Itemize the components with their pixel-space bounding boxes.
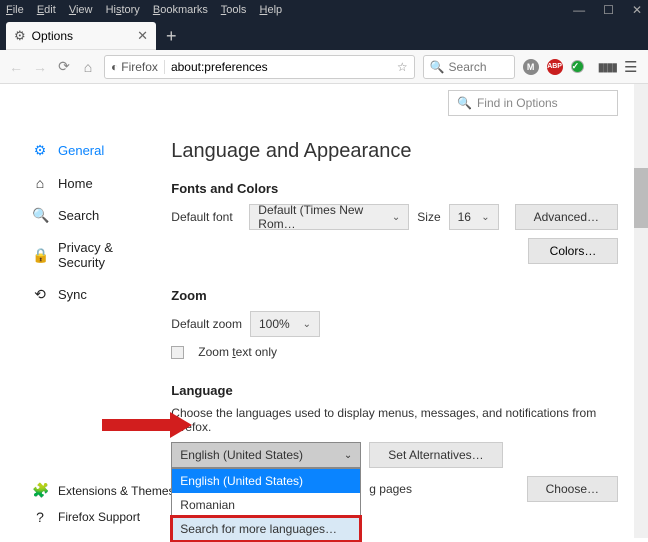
new-tab-button[interactable]: + xyxy=(156,22,187,50)
zoom-heading: Zoom xyxy=(171,288,618,303)
url-text: about:preferences xyxy=(171,60,268,74)
zoom-text-only-label: Zoom text only xyxy=(198,345,277,359)
library-icon[interactable]: ▮▮▮▮ xyxy=(598,60,616,74)
toolbar-icon-abp[interactable]: ABP xyxy=(547,59,563,75)
default-zoom-label: Default zoom xyxy=(171,317,242,331)
firefox-icon: ◐ xyxy=(111,60,118,74)
find-in-options[interactable]: 🔍 Find in Options xyxy=(448,90,618,116)
sidebar-item-general[interactable]: ⚙ General xyxy=(0,134,161,167)
language-option-ro[interactable]: Romanian xyxy=(172,493,360,517)
font-size-select[interactable]: 16⌄ xyxy=(449,204,499,230)
sidebar-item-search[interactable]: 🔍 Search xyxy=(0,199,161,232)
search-bar[interactable]: 🔍 Search xyxy=(423,55,515,79)
page-title: Language and Appearance xyxy=(171,140,618,163)
window-minimize-icon[interactable]: — xyxy=(573,3,585,17)
menu-edit[interactable]: Edit xyxy=(37,4,56,16)
menu-help[interactable]: Help xyxy=(260,4,283,16)
search-icon: 🔍 xyxy=(457,96,472,110)
sync-icon: ⟲ xyxy=(32,286,48,303)
bookmark-star-icon[interactable]: ☆ xyxy=(397,60,408,74)
identity-box: ◐ Firefox xyxy=(111,60,165,74)
gear-icon: ⚙ xyxy=(32,142,48,159)
sidebar-item-privacy[interactable]: 🔒 Privacy & Security xyxy=(0,232,161,278)
advanced-fonts-button[interactable]: Advanced… xyxy=(515,204,618,230)
language-heading: Language xyxy=(171,383,618,398)
title-bar: File Edit View History Bookmarks Tools H… xyxy=(0,0,648,20)
zoom-text-only-checkbox[interactable] xyxy=(171,346,184,359)
fonts-heading: Fonts and Colors xyxy=(171,181,618,196)
back-button[interactable]: ← xyxy=(8,59,24,75)
home-button[interactable]: ⌂ xyxy=(80,59,96,75)
set-alternatives-button[interactable]: Set Alternatives… xyxy=(369,442,502,468)
default-font-label: Default font xyxy=(171,210,241,224)
search-icon: 🔍 xyxy=(430,60,445,74)
language-option-en[interactable]: English (United States) xyxy=(172,469,360,493)
choose-button[interactable]: Choose… xyxy=(527,476,618,502)
forward-button[interactable]: → xyxy=(32,59,48,75)
reload-button[interactable]: ⟳ xyxy=(56,58,72,75)
chevron-down-icon: ⌄ xyxy=(303,319,311,330)
scrollbar-thumb[interactable] xyxy=(634,168,648,228)
tab-options[interactable]: ⚙ Options ✕ xyxy=(6,22,156,50)
language-description: Choose the languages used to display men… xyxy=(171,406,618,434)
window-close-icon[interactable]: ✕ xyxy=(632,3,642,17)
size-label: Size xyxy=(417,210,440,224)
default-font-select[interactable]: Default (Times New Rom…⌄ xyxy=(249,204,409,230)
menu-bar: File Edit View History Bookmarks Tools H… xyxy=(6,4,292,16)
nav-toolbar: ← → ⟳ ⌂ ◐ Firefox about:preferences ☆ 🔍 … xyxy=(0,50,648,84)
sidebar-item-sync[interactable]: ⟲ Sync xyxy=(0,278,161,311)
url-bar[interactable]: ◐ Firefox about:preferences ☆ xyxy=(104,55,415,79)
pages-text-fragment: g pages xyxy=(369,482,412,496)
chevron-down-icon: ⌄ xyxy=(392,212,400,223)
search-icon: 🔍 xyxy=(32,207,48,224)
vertical-scrollbar[interactable] xyxy=(634,84,648,538)
sidebar-item-home[interactable]: ⌂ Home xyxy=(0,167,161,199)
menu-tools[interactable]: Tools xyxy=(221,4,247,16)
toolbar-icon-check[interactable]: ✓ xyxy=(571,60,584,73)
default-zoom-select[interactable]: 100%⌄ xyxy=(250,311,320,337)
menu-bookmarks[interactable]: Bookmarks xyxy=(153,4,208,16)
tab-close-icon[interactable]: ✕ xyxy=(137,28,148,44)
menu-view[interactable]: View xyxy=(69,4,93,16)
toolbar-icon-m[interactable]: M xyxy=(523,59,539,75)
app-menu-icon[interactable]: ☰ xyxy=(624,58,640,76)
menu-history[interactable]: History xyxy=(106,4,140,16)
home-icon: ⌂ xyxy=(32,175,48,191)
gear-icon: ⚙ xyxy=(14,28,26,44)
language-option-search-more[interactable]: Search for more languages… xyxy=(172,517,360,541)
chevron-down-icon: ⌄ xyxy=(481,212,489,223)
sidebar: ⚙ General ⌂ Home 🔍 Search 🔒 Privacy & Se… xyxy=(0,84,161,538)
chevron-down-icon: ⌄ xyxy=(344,450,352,461)
window-maximize-icon[interactable]: ☐ xyxy=(603,3,614,17)
colors-button[interactable]: Colors… xyxy=(528,238,618,264)
lock-icon: 🔒 xyxy=(32,247,48,264)
menu-file[interactable]: File xyxy=(6,4,24,16)
language-select[interactable]: English (United States) ⌄ xyxy=(171,442,361,468)
main-content: 🔍 Find in Options Language and Appearanc… xyxy=(161,84,648,538)
puzzle-icon: 🧩 xyxy=(32,482,48,499)
language-dropdown: English (United States) Romanian Search … xyxy=(171,468,361,542)
tab-title: Options xyxy=(32,29,73,43)
tab-strip: ⚙ Options ✕ + xyxy=(0,20,648,50)
question-icon: ? xyxy=(32,509,48,525)
